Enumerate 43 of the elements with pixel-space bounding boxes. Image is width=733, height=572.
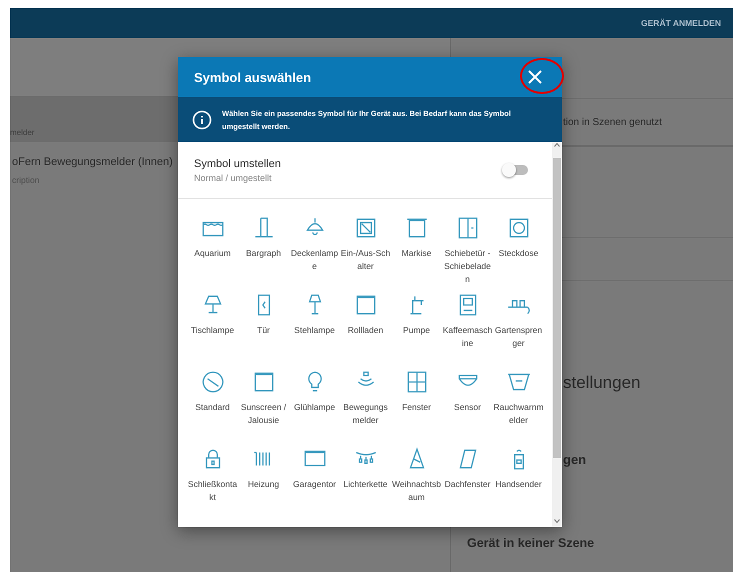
dialog-title: Symbol auswählen [194,70,312,84]
symbol-option[interactable]: Markise [391,211,442,288]
toggle-label: Symbol umstellen [194,158,281,170]
symbol-option[interactable]: Steckdose [493,211,544,288]
symbol-option[interactable]: Sensor [442,365,493,442]
symbol-option[interactable]: Aquarium [187,211,238,288]
symbol-option[interactable]: Bargraph [238,211,289,288]
register-device-button[interactable]: GERÄT ANMELDEN [641,18,721,28]
scroll-up-icon[interactable] [554,142,560,148]
scrollbar[interactable] [552,142,562,527]
symbol-option[interactable]: Dachfenster [442,442,493,519]
section-heading: stellungen [563,373,641,392]
symbol-option[interactable]: Gartensprenger [493,288,544,365]
section-subheading: gen [563,452,586,467]
symbol-option[interactable]: Handsender [493,442,544,519]
symbol-option[interactable]: Bewegungsmelder [340,365,391,442]
symbol-option[interactable]: Fenster [391,365,442,442]
symbol-option[interactable]: Rauchwarnmelder [493,365,544,442]
scroll-down-icon[interactable] [554,518,560,524]
info-icon [192,110,212,130]
symbol-option[interactable]: Garagentor [289,442,340,519]
symbol-option[interactable]: Weihnachtsbaum [391,442,442,519]
symbol-option[interactable]: Kaffeemaschine [442,288,493,365]
symbol-option[interactable]: Standard [187,365,238,442]
symbol-option[interactable]: Rollladen [340,288,391,365]
toggle-switch[interactable] [504,165,528,175]
symbol-option[interactable]: Pumpe [391,288,442,365]
highlight-circle [520,58,564,94]
symbol-option[interactable]: Ein-/Aus-Schalter [340,211,391,288]
symbol-option[interactable]: Heizung [238,442,289,519]
symbol-option[interactable]: Schiebetür - Schiebeladen [442,211,493,288]
symbol-option[interactable]: Sunscreen / Jalousie [238,365,289,442]
close-icon [527,69,543,85]
symbol-option[interactable]: Tür [238,288,289,365]
symbol-option[interactable]: Glühlampe [289,365,340,442]
symbol-option[interactable]: Lichterkette [340,442,391,519]
symbol-option[interactable]: Stehlampe [289,288,340,365]
scene-status-text: Gerät in keiner Szene [467,536,594,550]
symbol-option[interactable]: Tischlampe [187,288,238,365]
toggle-sublabel: Normal / umgestellt [194,172,273,182]
scene-usage-text: tion in Szenen genutzt [563,116,662,128]
symbol-option[interactable]: Deckenlampe [289,211,340,288]
symbol-option[interactable]: Schließkontakt [187,442,238,519]
